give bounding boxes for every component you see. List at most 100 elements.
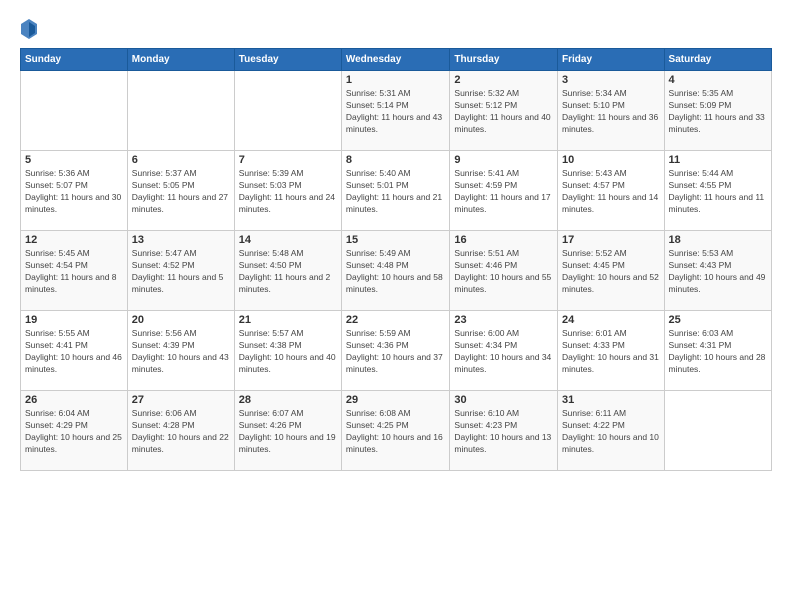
calendar-cell: 29Sunrise: 6:08 AM Sunset: 4:25 PM Dayli… (341, 391, 450, 471)
day-info: Sunrise: 5:37 AM Sunset: 5:05 PM Dayligh… (132, 168, 230, 216)
calendar-cell: 17 Sunrise: 5:52 AM Sunset: 4:45 PM Dayli… (558, 231, 665, 311)
calendar-cell: 28Sunrise: 6:07 AM Sunset: 4:26 PM Dayli… (234, 391, 341, 471)
day-info: Sunrise: 5:41 AM Sunset: 4:59 PM Dayligh… (454, 168, 553, 216)
calendar-week-row: 1 Sunrise: 5:31 AM Sunset: 5:14 PM Daylig… (21, 71, 772, 151)
calendar-header-wednesday: Wednesday (341, 49, 450, 71)
day-info: Sunrise: 5:57 AM Sunset: 4:38 PM Dayligh… (239, 328, 337, 376)
page: SundayMondayTuesdayWednesdayThursdayFrid… (0, 0, 792, 612)
day-info: Sunrise: 5:44 AM Sunset: 4:55 PM Dayligh… (669, 168, 767, 216)
day-number: 29 (346, 394, 446, 406)
calendar-cell: 18Sunrise: 5:53 AM Sunset: 4:43 PM Dayli… (664, 231, 771, 311)
calendar-cell: 1 Sunrise: 5:31 AM Sunset: 5:14 PM Daylig… (341, 71, 450, 151)
day-info: Sunrise: 6:10 AM Sunset: 4:23 PM Dayligh… (454, 408, 553, 456)
calendar-cell: 26 Sunrise: 6:04 AM Sunset: 4:29 PM Dayli… (21, 391, 128, 471)
calendar-cell: 21 Sunrise: 5:57 AM Sunset: 4:38 PM Dayli… (234, 311, 341, 391)
day-info: Sunrise: 5:55 AM Sunset: 4:41 PM Dayligh… (25, 328, 123, 376)
calendar-cell: 23Sunrise: 6:00 AM Sunset: 4:34 PM Dayli… (450, 311, 558, 391)
day-info: Sunrise: 5:59 AM Sunset: 4:36 PM Dayligh… (346, 328, 446, 376)
calendar-header-friday: Friday (558, 49, 665, 71)
calendar-cell: 16 Sunrise: 5:51 AM Sunset: 4:46 PM Dayli… (450, 231, 558, 311)
calendar-cell: 22 Sunrise: 5:59 AM Sunset: 4:36 PM Dayli… (341, 311, 450, 391)
day-number: 13 (132, 234, 230, 246)
calendar-cell: 2 Sunrise: 5:32 AM Sunset: 5:12 PM Daylig… (450, 71, 558, 151)
calendar-header-tuesday: Tuesday (234, 49, 341, 71)
day-info: Sunrise: 5:32 AM Sunset: 5:12 PM Dayligh… (454, 88, 553, 136)
day-info: Sunrise: 5:51 AM Sunset: 4:46 PM Dayligh… (454, 248, 553, 296)
calendar-cell (664, 391, 771, 471)
day-number: 14 (239, 234, 337, 246)
day-info: Sunrise: 6:11 AM Sunset: 4:22 PM Dayligh… (562, 408, 660, 456)
calendar-cell: 19 Sunrise: 5:55 AM Sunset: 4:41 PM Dayli… (21, 311, 128, 391)
day-number: 20 (132, 314, 230, 326)
day-info: Sunrise: 5:34 AM Sunset: 5:10 PM Dayligh… (562, 88, 660, 136)
day-number: 12 (25, 234, 123, 246)
day-info: Sunrise: 6:06 AM Sunset: 4:28 PM Dayligh… (132, 408, 230, 456)
logo-icon (20, 18, 38, 40)
calendar-cell: 10Sunrise: 5:43 AM Sunset: 4:57 PM Dayli… (558, 151, 665, 231)
day-number: 27 (132, 394, 230, 406)
calendar-header-thursday: Thursday (450, 49, 558, 71)
calendar-header-row: SundayMondayTuesdayWednesdayThursdayFrid… (21, 49, 772, 71)
day-info: Sunrise: 5:31 AM Sunset: 5:14 PM Dayligh… (346, 88, 446, 136)
day-info: Sunrise: 6:04 AM Sunset: 4:29 PM Dayligh… (25, 408, 123, 456)
calendar-cell (127, 71, 234, 151)
day-info: Sunrise: 5:45 AM Sunset: 4:54 PM Dayligh… (25, 248, 123, 296)
day-info: Sunrise: 5:43 AM Sunset: 4:57 PM Dayligh… (562, 168, 660, 216)
day-number: 24 (562, 314, 660, 326)
day-number: 30 (454, 394, 553, 406)
calendar-week-row: 12 Sunrise: 5:45 AM Sunset: 4:54 PM Dayli… (21, 231, 772, 311)
calendar-cell (21, 71, 128, 151)
day-number: 16 (454, 234, 553, 246)
day-number: 8 (346, 154, 446, 166)
day-info: Sunrise: 5:49 AM Sunset: 4:48 PM Dayligh… (346, 248, 446, 296)
calendar-cell: 11 Sunrise: 5:44 AM Sunset: 4:55 PM Dayli… (664, 151, 771, 231)
day-number: 5 (25, 154, 123, 166)
calendar: SundayMondayTuesdayWednesdayThursdayFrid… (20, 48, 772, 471)
day-number: 26 (25, 394, 123, 406)
calendar-cell: 12 Sunrise: 5:45 AM Sunset: 4:54 PM Dayli… (21, 231, 128, 311)
day-info: Sunrise: 6:03 AM Sunset: 4:31 PM Dayligh… (669, 328, 767, 376)
calendar-week-row: 5 Sunrise: 5:36 AM Sunset: 5:07 PM Daylig… (21, 151, 772, 231)
day-info: Sunrise: 5:39 AM Sunset: 5:03 PM Dayligh… (239, 168, 337, 216)
calendar-cell: 5 Sunrise: 5:36 AM Sunset: 5:07 PM Daylig… (21, 151, 128, 231)
calendar-cell (234, 71, 341, 151)
day-number: 28 (239, 394, 337, 406)
day-number: 22 (346, 314, 446, 326)
calendar-cell: 27 Sunrise: 6:06 AM Sunset: 4:28 PM Dayli… (127, 391, 234, 471)
day-number: 6 (132, 154, 230, 166)
day-info: Sunrise: 5:52 AM Sunset: 4:45 PM Dayligh… (562, 248, 660, 296)
day-number: 25 (669, 314, 767, 326)
day-info: Sunrise: 6:00 AM Sunset: 4:34 PM Dayligh… (454, 328, 553, 376)
day-info: Sunrise: 5:36 AM Sunset: 5:07 PM Dayligh… (25, 168, 123, 216)
day-number: 21 (239, 314, 337, 326)
header (20, 18, 772, 40)
day-info: Sunrise: 5:47 AM Sunset: 4:52 PM Dayligh… (132, 248, 230, 296)
calendar-cell: 24Sunrise: 6:01 AM Sunset: 4:33 PM Dayli… (558, 311, 665, 391)
calendar-cell: 31 Sunrise: 6:11 AM Sunset: 4:22 PM Dayli… (558, 391, 665, 471)
calendar-week-row: 26 Sunrise: 6:04 AM Sunset: 4:29 PM Dayli… (21, 391, 772, 471)
day-info: Sunrise: 5:48 AM Sunset: 4:50 PM Dayligh… (239, 248, 337, 296)
day-number: 7 (239, 154, 337, 166)
calendar-cell: 7 Sunrise: 5:39 AM Sunset: 5:03 PM Daylig… (234, 151, 341, 231)
calendar-header-sunday: Sunday (21, 49, 128, 71)
day-number: 2 (454, 74, 553, 86)
calendar-cell: 30 Sunrise: 6:10 AM Sunset: 4:23 PM Dayli… (450, 391, 558, 471)
calendar-cell: 20Sunrise: 5:56 AM Sunset: 4:39 PM Dayli… (127, 311, 234, 391)
calendar-cell: 4 Sunrise: 5:35 AM Sunset: 5:09 PM Daylig… (664, 71, 771, 151)
calendar-cell: 8 Sunrise: 5:40 AM Sunset: 5:01 PM Daylig… (341, 151, 450, 231)
day-number: 15 (346, 234, 446, 246)
calendar-cell: 3Sunrise: 5:34 AM Sunset: 5:10 PM Daylig… (558, 71, 665, 151)
calendar-cell: 14 Sunrise: 5:48 AM Sunset: 4:50 PM Dayli… (234, 231, 341, 311)
day-number: 9 (454, 154, 553, 166)
day-info: Sunrise: 5:35 AM Sunset: 5:09 PM Dayligh… (669, 88, 767, 136)
day-number: 31 (562, 394, 660, 406)
day-number: 19 (25, 314, 123, 326)
calendar-header-monday: Monday (127, 49, 234, 71)
day-number: 18 (669, 234, 767, 246)
day-number: 17 (562, 234, 660, 246)
day-number: 1 (346, 74, 446, 86)
calendar-cell: 25 Sunrise: 6:03 AM Sunset: 4:31 PM Dayli… (664, 311, 771, 391)
day-number: 11 (669, 154, 767, 166)
day-number: 4 (669, 74, 767, 86)
day-info: Sunrise: 5:40 AM Sunset: 5:01 PM Dayligh… (346, 168, 446, 216)
